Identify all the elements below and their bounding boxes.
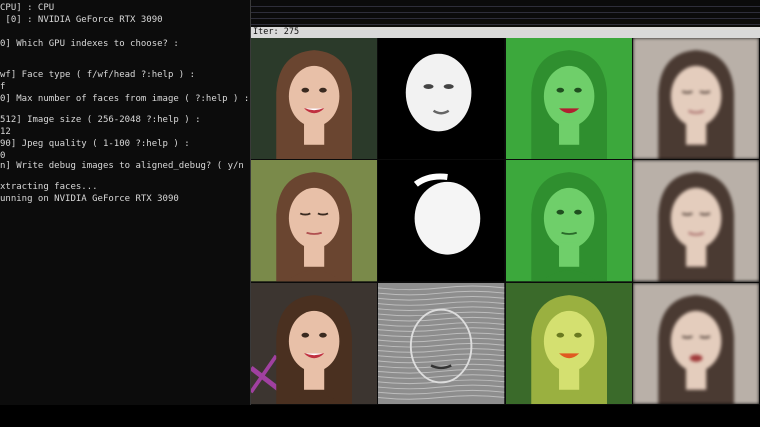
console-line: 512] Image size ( 256-2048 ?:help ) : <box>0 115 201 125</box>
iteration-bar: Iter: 275 <box>251 27 760 38</box>
preview-divider-line <box>251 18 760 19</box>
source-face-eyes-down <box>251 160 378 282</box>
predicted-face-2 <box>632 160 759 282</box>
noisy-mask <box>378 282 505 404</box>
console-line: n] Write debug images to aligned_debug? … <box>0 161 251 171</box>
console-line: 12 <box>0 127 11 137</box>
predicted-face-1 <box>632 38 759 160</box>
console-line: 0] Which GPU indexes to choose? : <box>0 39 179 49</box>
bottom-bar <box>0 405 760 427</box>
preview-image-grid <box>251 38 760 405</box>
preview-divider-line <box>251 24 760 25</box>
iteration-label: Iter: 275 <box>253 27 300 37</box>
console-line: CPU] : CPU <box>0 3 55 13</box>
preview-divider-line <box>251 12 760 13</box>
console-line: f <box>0 82 6 92</box>
console-line: unning on NVIDIA GeForce RTX 3090 <box>0 194 179 204</box>
console-line: wf] Face type ( f/wf/head ?:help ) : <box>0 70 196 80</box>
console-line: [0] : NVIDIA GeForce RTX 3090 <box>0 15 163 25</box>
source-face-smiling <box>251 38 378 160</box>
mask-face-frontal <box>378 38 505 160</box>
predicted-face-3 <box>632 282 759 404</box>
green-overlay-eyes-down <box>505 160 632 282</box>
console-line: 90] Jpeg quality ( 1-100 ?:help ) : <box>0 139 190 149</box>
console-line: 0] Max number of faces from image ( ?:he… <box>0 94 250 104</box>
yellow-overlay-face <box>505 282 632 404</box>
terminal-console[interactable]: CPU] : CPU [0] : NVIDIA GeForce RTX 3090… <box>0 0 251 405</box>
preview-divider-line <box>251 6 760 7</box>
console-line: xtracting faces... <box>0 182 98 192</box>
green-overlay-smiling <box>505 38 632 160</box>
preview-window: Iter: 275 <box>251 0 760 405</box>
source-face-smiling-2 <box>251 282 378 404</box>
mask-face-tilted <box>378 160 505 282</box>
